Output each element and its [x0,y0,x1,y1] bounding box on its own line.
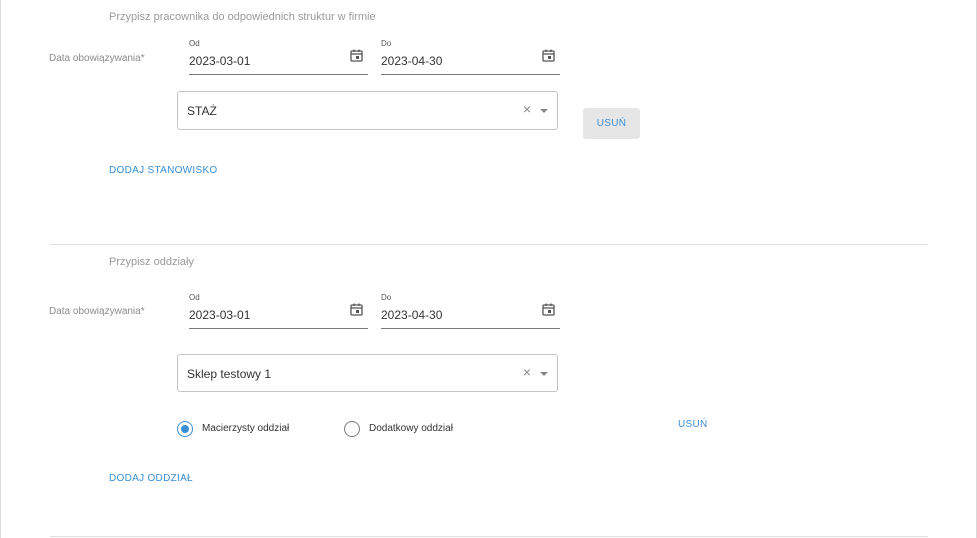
section-divider [50,536,928,537]
position-select-value: STAŻ [187,104,217,118]
calendar-icon[interactable] [350,49,363,62]
chevron-down-icon[interactable] [540,372,548,376]
date-from-value[interactable]: 2023-03-01 [189,308,250,322]
date-to-field[interactable]: Do 2023-04-30 [381,293,560,329]
section-title-positions: Przypisz pracownika do odpowiednich stru… [109,11,376,23]
clear-icon[interactable]: × [523,364,531,380]
remove-branch-button[interactable]: USUŃ [678,419,708,430]
radio-primary-branch[interactable] [177,421,193,437]
calendar-icon[interactable] [350,303,363,316]
remove-position-button[interactable]: USUŃ [583,108,640,139]
date-to-value[interactable]: 2023-04-30 [381,54,442,68]
clear-icon[interactable]: × [523,101,531,117]
date-from-field[interactable]: Od 2023-03-01 [189,293,368,329]
date-from-label: Od [189,293,200,302]
form-panel: Przypisz pracownika do odpowiednich stru… [0,0,977,538]
add-position-button[interactable]: DODAJ STANOWISKO [109,165,218,176]
add-branch-button[interactable]: DODAJ ODDZIAŁ [109,473,193,484]
branch-select-value: Sklep testowy 1 [187,367,272,381]
date-to-label: Do [381,39,392,48]
validity-date-label: Data obowiązywania* [49,53,145,64]
calendar-icon[interactable] [542,49,555,62]
radio-primary-branch-label[interactable]: Macierzysty oddział [202,423,289,434]
position-select[interactable]: STAŻ × [177,91,558,130]
radio-additional-branch-label[interactable]: Dodatkowy oddział [369,423,453,434]
chevron-down-icon[interactable] [540,109,548,113]
calendar-icon[interactable] [542,303,555,316]
section-divider [50,244,928,245]
date-from-value[interactable]: 2023-03-01 [189,54,250,68]
branch-select[interactable]: Sklep testowy 1 × [177,354,558,392]
validity-date-label: Data obowiązywania* [49,306,145,317]
section-title-branches: Przypisz oddziały [109,256,194,268]
radio-additional-branch[interactable] [344,421,360,437]
date-to-field[interactable]: Do 2023-04-30 [381,39,560,75]
date-from-label: Od [189,39,200,48]
date-to-value[interactable]: 2023-04-30 [381,308,442,322]
date-to-label: Do [381,293,392,302]
date-from-field[interactable]: Od 2023-03-01 [189,39,368,75]
